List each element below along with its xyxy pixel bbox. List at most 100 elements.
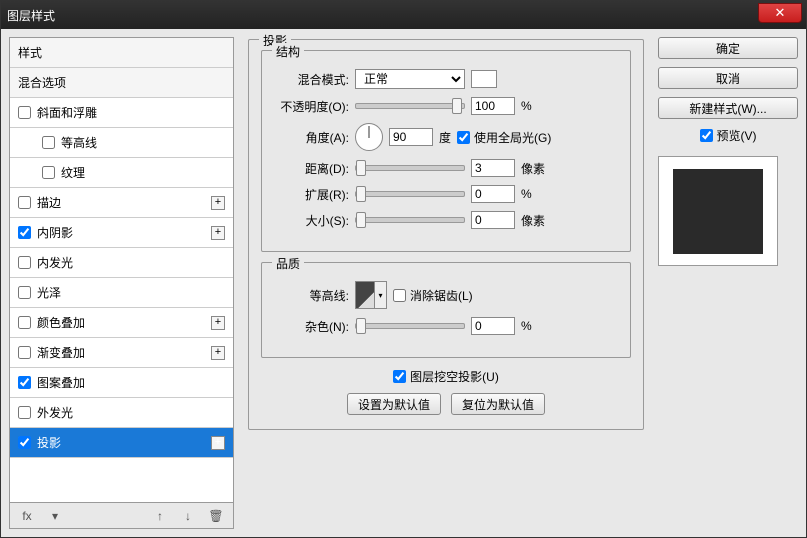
sidebar-header-styles[interactable]: 样式 bbox=[10, 38, 233, 68]
sidebar-item-label: 外发光 bbox=[37, 404, 73, 421]
sidebar-checkbox-10[interactable] bbox=[18, 406, 31, 419]
percent-unit-2: % bbox=[521, 187, 532, 201]
contour-picker[interactable]: ▾ bbox=[355, 281, 387, 309]
move-down-icon[interactable]: ↓ bbox=[179, 507, 197, 525]
preview-box bbox=[658, 156, 778, 266]
blend-mode-label: 混合模式: bbox=[274, 71, 349, 88]
antialias-checkbox[interactable] bbox=[393, 289, 406, 302]
sidebar-item-label: 等高线 bbox=[61, 134, 97, 151]
angle-input[interactable] bbox=[389, 128, 433, 146]
sidebar-checkbox-1[interactable] bbox=[42, 136, 55, 149]
sidebar-item-0[interactable]: 斜面和浮雕 bbox=[10, 98, 233, 128]
distance-slider[interactable] bbox=[355, 165, 465, 171]
spread-slider[interactable] bbox=[355, 191, 465, 197]
sidebar-item-3[interactable]: 描边 + bbox=[10, 188, 233, 218]
preview-image bbox=[673, 169, 763, 254]
noise-input[interactable] bbox=[471, 317, 515, 335]
noise-slider[interactable] bbox=[355, 323, 465, 329]
sidebar-item-label: 图案叠加 bbox=[37, 374, 85, 391]
opacity-label: 不透明度(O): bbox=[274, 98, 349, 115]
move-up-icon[interactable]: ↑ bbox=[151, 507, 169, 525]
fx-icon[interactable]: fx bbox=[18, 507, 36, 525]
structure-group: 结构 混合模式: 正常 不透明度(O): % bbox=[261, 50, 631, 252]
preview-label: 预览(V) bbox=[717, 127, 757, 144]
sidebar-item-label: 颜色叠加 bbox=[37, 314, 85, 331]
sidebar-footer: fx ▾ ↑ ↓ 🗑 bbox=[10, 502, 233, 528]
plus-icon[interactable]: + bbox=[211, 346, 225, 360]
sidebar-item-2[interactable]: 纹理 bbox=[10, 158, 233, 188]
sidebar-item-label: 纹理 bbox=[61, 164, 85, 181]
sidebar-item-label: 斜面和浮雕 bbox=[37, 104, 97, 121]
sidebar-item-label: 投影 bbox=[37, 434, 61, 451]
sidebar-item-label: 内发光 bbox=[37, 254, 73, 271]
close-button[interactable]: ✕ bbox=[758, 3, 802, 23]
use-global-checkbox[interactable] bbox=[457, 131, 470, 144]
cancel-button[interactable]: 取消 bbox=[658, 67, 798, 89]
sidebar-checkbox-4[interactable] bbox=[18, 226, 31, 239]
new-style-button[interactable]: 新建样式(W)... bbox=[658, 97, 798, 119]
sidebar-item-7[interactable]: 颜色叠加 + bbox=[10, 308, 233, 338]
angle-label: 角度(A): bbox=[274, 129, 349, 146]
sidebar-item-5[interactable]: 内发光 bbox=[10, 248, 233, 278]
sidebar-checkbox-6[interactable] bbox=[18, 286, 31, 299]
color-swatch[interactable] bbox=[471, 70, 497, 88]
sidebar-checkbox-3[interactable] bbox=[18, 196, 31, 209]
sidebar-item-1[interactable]: 等高线 bbox=[10, 128, 233, 158]
opacity-input[interactable] bbox=[471, 97, 515, 115]
sidebar-checkbox-5[interactable] bbox=[18, 256, 31, 269]
plus-icon[interactable]: + bbox=[211, 316, 225, 330]
titlebar: 图层样式 ✕ bbox=[1, 1, 806, 29]
sidebar-item-11[interactable]: 投影 + bbox=[10, 428, 233, 458]
trash-icon[interactable]: 🗑 bbox=[207, 507, 225, 525]
sidebar-checkbox-11[interactable] bbox=[18, 436, 31, 449]
size-label: 大小(S): bbox=[274, 212, 349, 229]
sidebar-item-9[interactable]: 图案叠加 bbox=[10, 368, 233, 398]
size-slider[interactable] bbox=[355, 217, 465, 223]
quality-legend: 品质 bbox=[272, 255, 304, 272]
plus-icon[interactable]: + bbox=[211, 196, 225, 210]
panel-main: 投影 结构 混合模式: 正常 不透明度(O): % bbox=[248, 39, 644, 430]
knockout-checkbox[interactable] bbox=[393, 370, 406, 383]
sidebar-checkbox-0[interactable] bbox=[18, 106, 31, 119]
ok-button[interactable]: 确定 bbox=[658, 37, 798, 59]
sidebar-item-label: 光泽 bbox=[37, 284, 61, 301]
sidebar-checkbox-7[interactable] bbox=[18, 316, 31, 329]
sidebar-item-label: 渐变叠加 bbox=[37, 344, 85, 361]
sidebar-checkbox-2[interactable] bbox=[42, 166, 55, 179]
spread-label: 扩展(R): bbox=[274, 186, 349, 203]
close-icon: ✕ bbox=[775, 5, 786, 21]
angle-dial[interactable] bbox=[355, 123, 383, 151]
reset-default-button[interactable]: 复位为默认值 bbox=[451, 393, 545, 415]
distance-label: 距离(D): bbox=[274, 160, 349, 177]
sidebar-item-label: 描边 bbox=[37, 194, 61, 211]
sidebar-checkbox-8[interactable] bbox=[18, 346, 31, 359]
sidebar-item-8[interactable]: 渐变叠加 + bbox=[10, 338, 233, 368]
right-panel: 确定 取消 新建样式(W)... 预览(V) bbox=[658, 37, 798, 529]
size-input[interactable] bbox=[471, 211, 515, 229]
preview-checkbox[interactable] bbox=[700, 129, 713, 142]
percent-unit-3: % bbox=[521, 319, 532, 333]
knockout-option[interactable]: 图层挖空投影(U) bbox=[393, 368, 499, 385]
degree-unit: 度 bbox=[439, 129, 451, 146]
opacity-slider[interactable] bbox=[355, 103, 465, 109]
styles-sidebar: 样式混合选项斜面和浮雕等高线纹理描边 + 内阴影 + 内发光光泽颜色叠加 + 渐变叠加 + 图案… bbox=[9, 37, 234, 529]
fx-menu-icon[interactable]: ▾ bbox=[46, 507, 64, 525]
blend-mode-select[interactable]: 正常 bbox=[355, 69, 465, 89]
sidebar-item-4[interactable]: 内阴影 + bbox=[10, 218, 233, 248]
noise-label: 杂色(N): bbox=[274, 318, 349, 335]
sidebar-item-10[interactable]: 外发光 bbox=[10, 398, 233, 428]
spread-input[interactable] bbox=[471, 185, 515, 203]
set-default-button[interactable]: 设置为默认值 bbox=[347, 393, 441, 415]
percent-unit: % bbox=[521, 99, 532, 113]
quality-group: 品质 等高线: ▾ 消除锯齿(L) 杂色(N): bbox=[261, 262, 631, 358]
plus-icon[interactable]: + bbox=[211, 436, 225, 450]
sidebar-header-blend[interactable]: 混合选项 bbox=[10, 68, 233, 98]
chevron-down-icon[interactable]: ▾ bbox=[374, 282, 386, 308]
antialias-option[interactable]: 消除锯齿(L) bbox=[393, 287, 473, 304]
use-global-light[interactable]: 使用全局光(G) bbox=[457, 129, 551, 146]
plus-icon[interactable]: + bbox=[211, 226, 225, 240]
sidebar-item-6[interactable]: 光泽 bbox=[10, 278, 233, 308]
sidebar-item-label: 内阴影 bbox=[37, 224, 73, 241]
distance-input[interactable] bbox=[471, 159, 515, 177]
sidebar-checkbox-9[interactable] bbox=[18, 376, 31, 389]
